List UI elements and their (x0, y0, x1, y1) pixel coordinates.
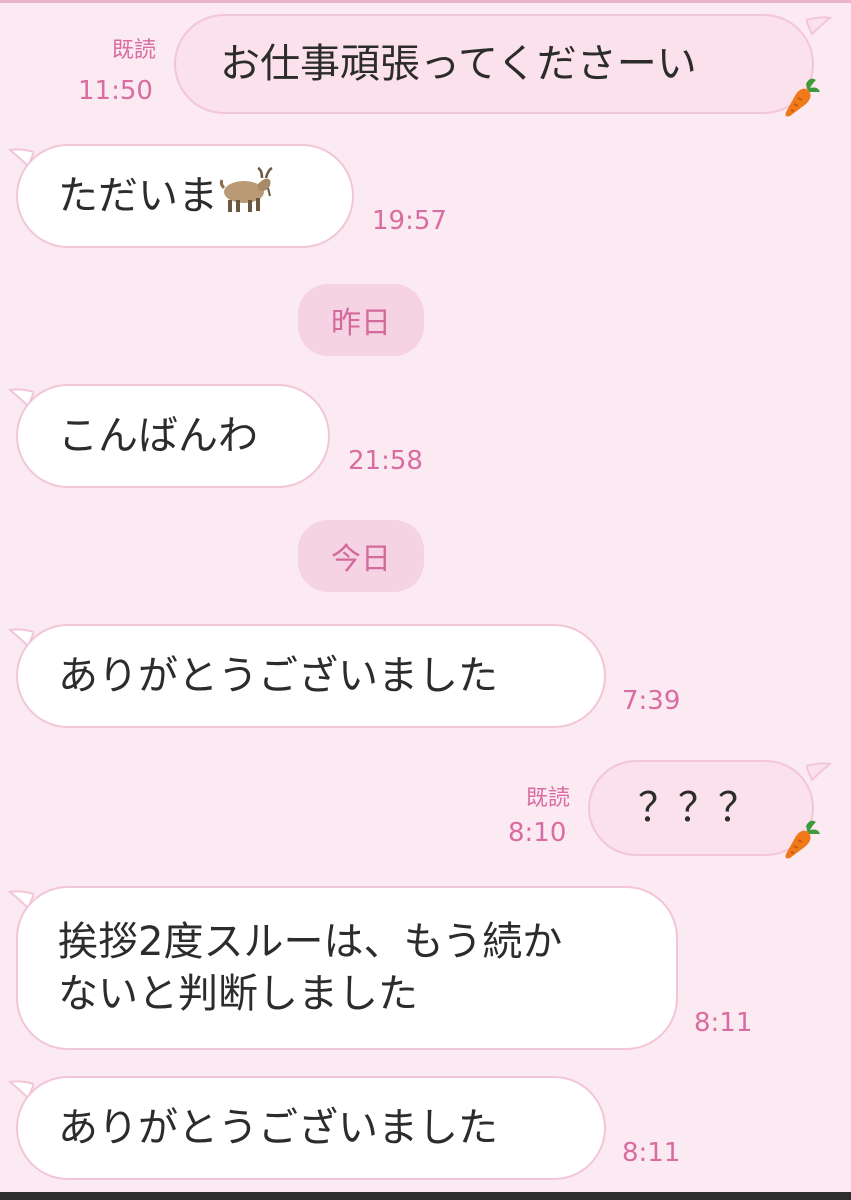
bubble-tail (806, 762, 832, 782)
message-bubble[interactable]: ありがとうございました (16, 1076, 606, 1180)
message-text-line: ないと判断しました (58, 971, 418, 1017)
message-bubble[interactable]: ？？？ (588, 760, 814, 856)
date-separator-today: 今日 (298, 520, 424, 592)
date-separator-yesterday: 昨日 (298, 284, 424, 356)
message-bubble[interactable]: 挨拶2度スルーは、もう続か ないと判断しました (16, 886, 678, 1050)
message-time: 21:58 (348, 446, 423, 476)
read-receipt: 既読 (525, 786, 570, 811)
message-text: お仕事頑張ってくださーい (220, 41, 697, 87)
read-receipt: 既読 (111, 38, 156, 63)
carrot-icon (782, 76, 822, 122)
message-time: 8:10 (508, 818, 567, 848)
message-bubble[interactable]: お仕事頑張ってくださーい (174, 14, 814, 114)
message-time: 7:39 (622, 686, 681, 716)
message-time: 8:11 (622, 1138, 681, 1168)
message-time: 19:57 (372, 206, 447, 236)
goat-icon (218, 166, 274, 227)
message-time: 8:11 (694, 1008, 753, 1038)
message-text: こんばんわ (58, 413, 258, 459)
message-text: ありがとうございました (58, 653, 498, 699)
message-bubble[interactable]: こんばんわ (16, 384, 330, 488)
message-text: ただいま (58, 173, 218, 219)
carrot-icon (782, 818, 822, 864)
bottom-border (0, 1192, 851, 1200)
message-text: ？？？ (638, 785, 758, 831)
top-border (0, 0, 851, 3)
message-time: 11:50 (78, 76, 153, 106)
message-text: ありがとうございました (58, 1105, 498, 1151)
bubble-tail (806, 16, 832, 36)
message-bubble[interactable]: ただいま (16, 144, 354, 248)
message-bubble[interactable]: ありがとうございました (16, 624, 606, 728)
message-text-line: 挨拶2度スルーは、もう続か (58, 919, 563, 965)
